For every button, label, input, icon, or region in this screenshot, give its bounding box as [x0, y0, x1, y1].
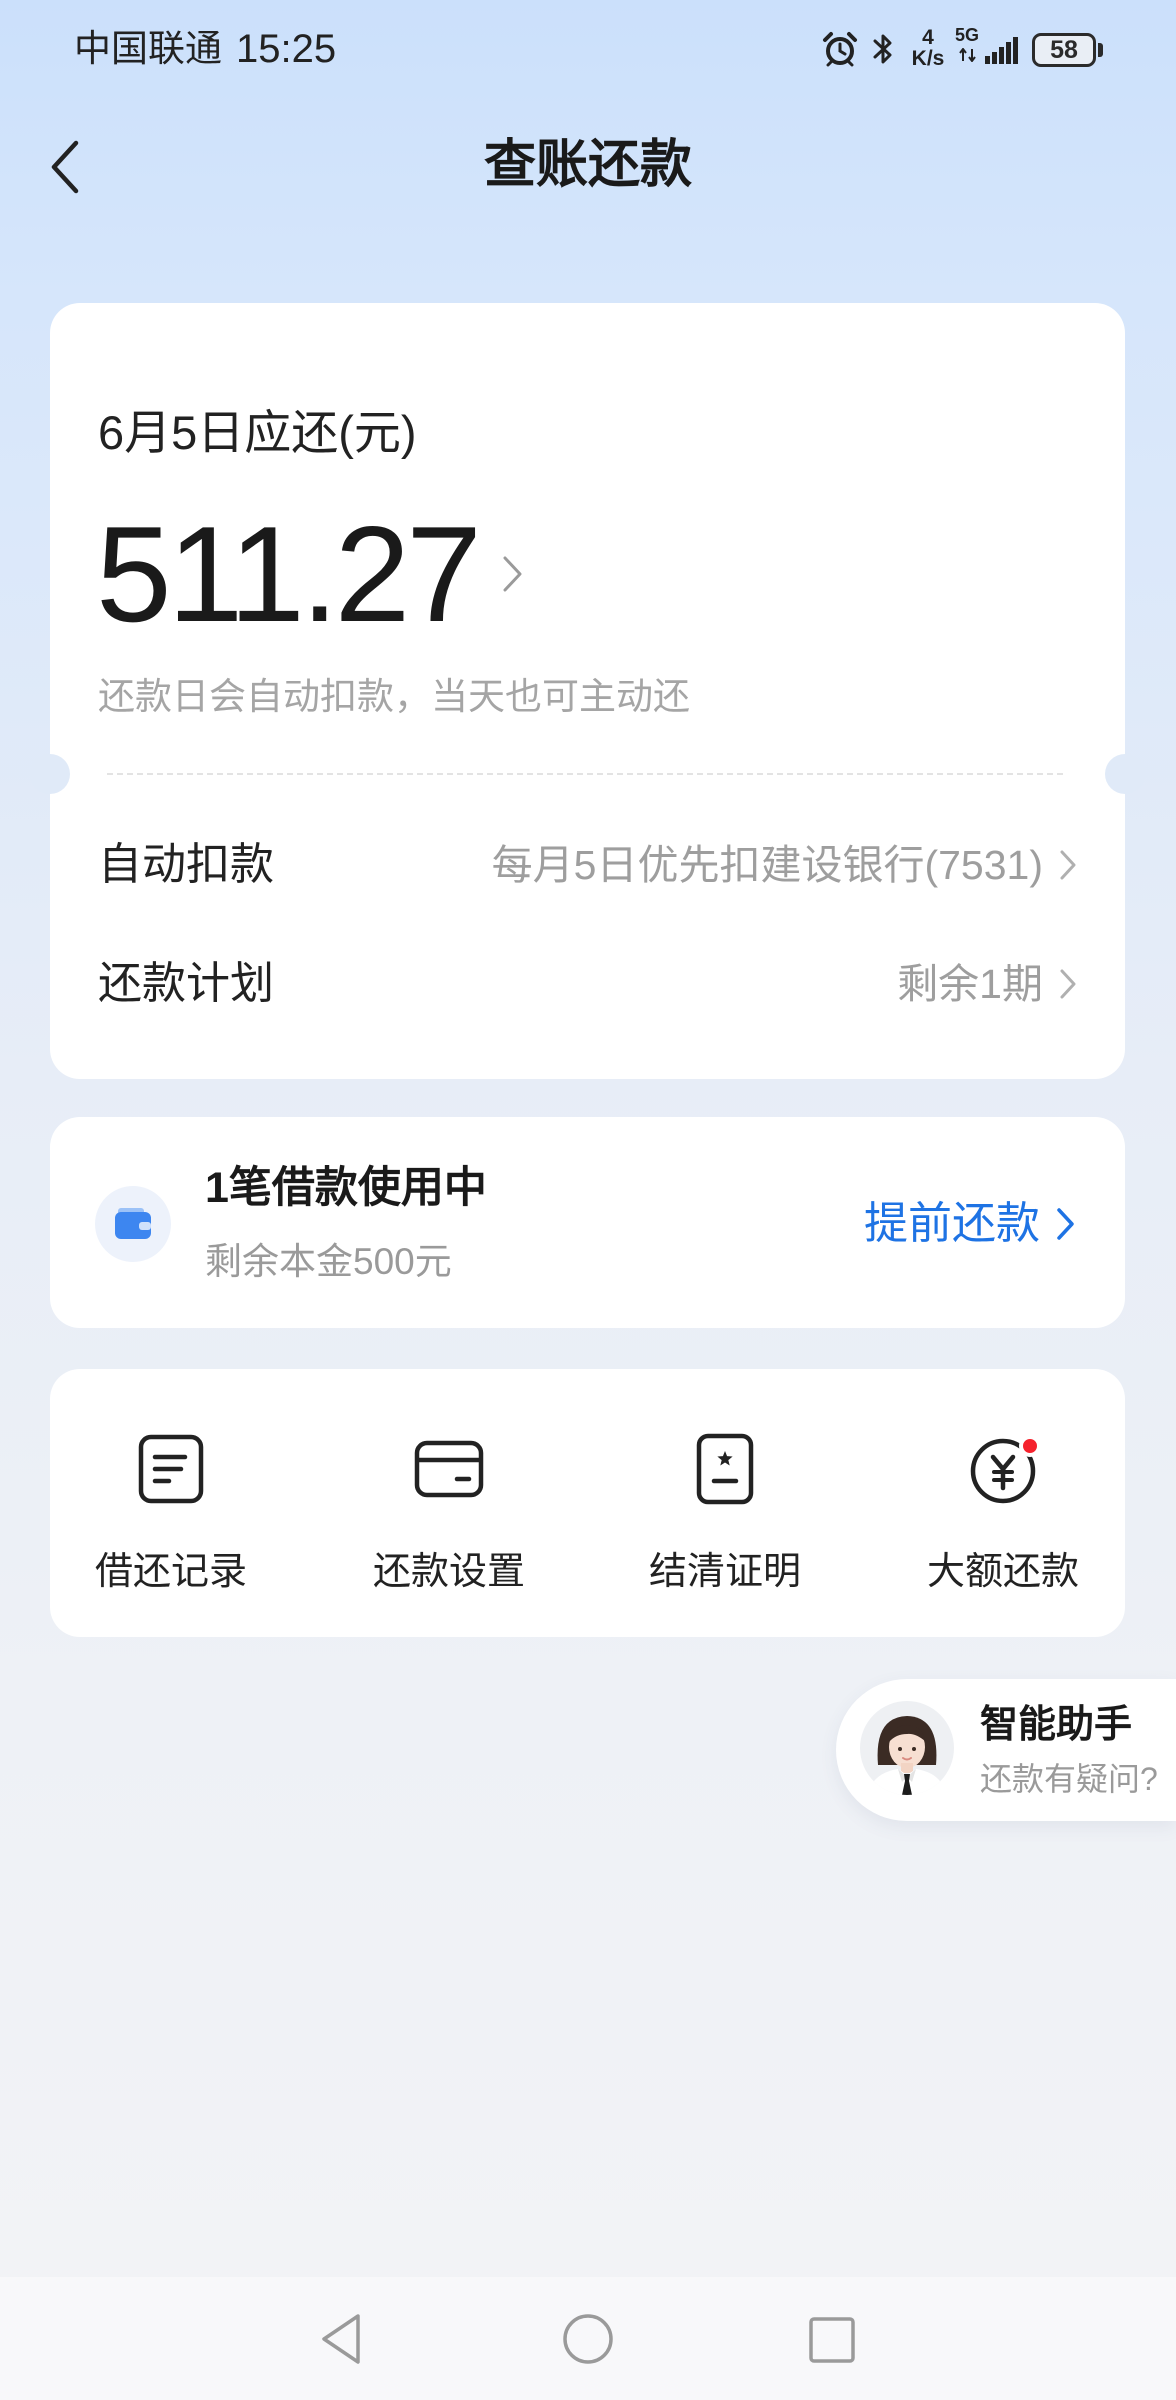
- assistant-title: 智能助手: [980, 1704, 1133, 1746]
- yuan-circle-icon: [970, 1435, 1041, 1504]
- battery-level: 58: [1050, 36, 1078, 64]
- smart-assistant-button[interactable]: 智能助手 还款有疑问?: [836, 1679, 1176, 1821]
- chevron-right-icon: [1060, 969, 1076, 999]
- active-loan-title: 1笔借款使用中: [205, 1164, 487, 1212]
- carrier-name: 中国联通: [74, 28, 222, 69]
- chevron-right-icon: [1057, 1208, 1074, 1240]
- early-repay-button[interactable]: 提前还款: [864, 1199, 1076, 1249]
- early-repay-label: 提前还款: [864, 1199, 1040, 1248]
- battery-nub: [1098, 43, 1103, 57]
- shortcut-label: 借还记录: [94, 1551, 247, 1593]
- page-title: 查账还款: [483, 136, 692, 194]
- card-icon: [414, 1440, 484, 1498]
- chevron-right-icon: [1060, 850, 1076, 880]
- auto-debit-value-group: 每月5日优先扣建设银行(7531): [492, 837, 1077, 893]
- wallet-icon: [115, 1208, 151, 1239]
- shortcut-label: 结清证明: [648, 1551, 801, 1593]
- repayment-plan-label: 还款计划: [98, 959, 274, 1008]
- shortcut-large-repayment[interactable]: 大额还款: [883, 1369, 1123, 1637]
- shortcut-label: 大额还款: [926, 1551, 1079, 1593]
- shortcut-loan-records[interactable]: 借还记录: [51, 1369, 291, 1637]
- notification-dot: [1019, 1435, 1041, 1457]
- dashed-divider: [107, 773, 1063, 775]
- shortcut-settlement-certificate[interactable]: 结清证明: [605, 1369, 845, 1637]
- auto-debit-value: 每月5日优先扣建设银行(7531): [491, 842, 1043, 888]
- auto-debit-note: 还款日会自动扣款，当天也可主动还: [98, 676, 690, 717]
- net-speed-value: 4: [922, 26, 934, 49]
- chevron-right-icon: [503, 556, 522, 592]
- assistant-avatar: [860, 1701, 954, 1795]
- shortcuts-card: 借还记录 还款设置 结清证明 大额还款: [50, 1369, 1125, 1637]
- certificate-icon: [696, 1433, 754, 1505]
- back-triangle-icon[interactable]: [318, 2312, 364, 2366]
- auto-debit-row[interactable]: 自动扣款 每月5日优先扣建设银行(7531): [98, 837, 1077, 893]
- auto-debit-label: 自动扣款: [98, 840, 274, 889]
- recent-square-icon[interactable]: [808, 2316, 856, 2364]
- shortcut-label: 还款设置: [372, 1551, 525, 1593]
- document-icon: [138, 1434, 204, 1504]
- amount-due-link[interactable]: 511.27: [96, 498, 524, 650]
- status-bar-left: 中国联通 15:25: [74, 26, 336, 72]
- alarm-icon: [823, 32, 857, 67]
- status-time: 15:25: [236, 27, 337, 71]
- data-activity-icon: [959, 48, 976, 62]
- remaining-principal: 剩余本金500元: [205, 1241, 452, 1282]
- bill-card: 6月5日应还(元) 511.27 还款日会自动扣款，当天也可主动还 自动扣款 每…: [30, 303, 1145, 1079]
- ticket-notch-right: [1105, 754, 1145, 794]
- due-date-label: 6月5日应还(元): [98, 406, 417, 459]
- ticket-notch-left: [30, 754, 70, 794]
- repayment-plan-value: 剩余1期: [897, 961, 1043, 1007]
- signal-icon: [985, 37, 1018, 64]
- wallet-icon-badge: [95, 1186, 171, 1262]
- battery-icon: 58: [1032, 33, 1096, 67]
- avatar-icon: [860, 1701, 954, 1795]
- repayment-plan-row[interactable]: 还款计划 剩余1期: [98, 956, 1077, 1012]
- amount-due: 511.27: [96, 498, 482, 650]
- home-circle-icon[interactable]: [562, 2313, 614, 2365]
- loan-card[interactable]: 1笔借款使用中 剩余本金500元 提前还款: [50, 1117, 1125, 1328]
- net-speed: 4 K/s: [910, 27, 946, 69]
- bluetooth-icon: [873, 34, 892, 64]
- shortcut-repay-settings[interactable]: 还款设置: [329, 1369, 569, 1637]
- repayment-plan-value-group: 剩余1期: [897, 956, 1077, 1012]
- system-nav-bar: [0, 2277, 1176, 2400]
- network-type: 5G: [954, 25, 979, 45]
- net-speed-unit: K/s: [911, 47, 945, 70]
- assistant-subtitle: 还款有疑问?: [980, 1761, 1158, 1797]
